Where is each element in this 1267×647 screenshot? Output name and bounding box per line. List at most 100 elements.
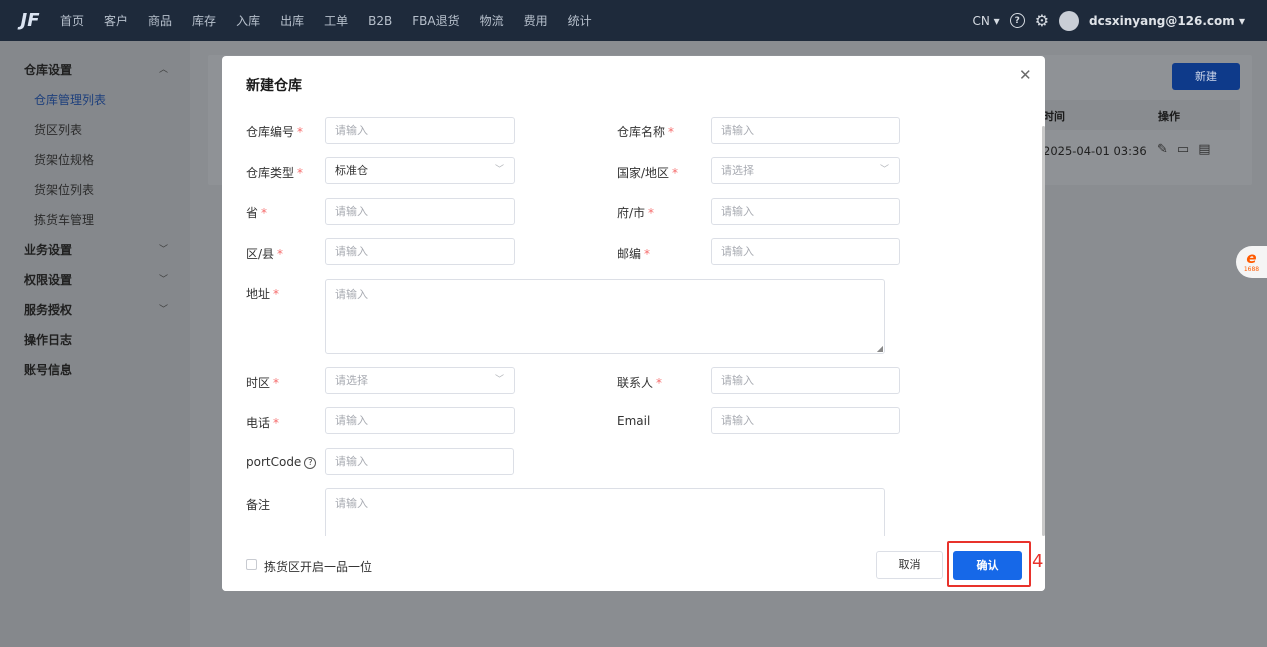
chevron-down-icon: ﹀	[879, 165, 889, 175]
new-warehouse-button[interactable]: 新建	[1172, 63, 1240, 90]
nav-fba-returns[interactable]: FBA退货	[412, 12, 459, 29]
1688-text: 1688	[1243, 266, 1260, 273]
sidebar-group-label: 服务授权	[24, 303, 73, 317]
province-input[interactable]: 请输入	[325, 198, 515, 225]
top-nav-bar: JF 首页 客户 商品 库存 入库 出库 工单 B2B FBA退货 物流 费用 …	[0, 0, 1267, 41]
timezone-label: 时区 *	[246, 376, 280, 390]
email-label: Email	[617, 414, 651, 428]
sidebar-group-warehouse[interactable]: 仓库设置 ︿	[0, 55, 190, 85]
province-label: 省 *	[246, 206, 268, 220]
email-input[interactable]: 请输入	[711, 407, 900, 434]
warehouse-name-label: 仓库名称 *	[617, 125, 675, 139]
chevron-down-icon: ﹀	[158, 305, 168, 315]
chevron-up-icon: ︿	[158, 65, 168, 75]
one-item-one-location-checkbox[interactable]	[246, 559, 257, 570]
detail-icon[interactable]: ▤	[1198, 142, 1210, 157]
remark-placeholder: 请输入	[335, 497, 368, 510]
table-cell-time: 2025-04-01 03:36	[1043, 144, 1147, 158]
help-icon[interactable]: ?	[1009, 13, 1025, 28]
warehouse-code-label: 仓库编号 *	[246, 125, 304, 139]
district-input[interactable]: 请输入	[325, 238, 515, 265]
chevron-down-icon: ﹀	[494, 165, 504, 175]
address-placeholder: 请输入	[335, 288, 368, 301]
warehouse-type-select[interactable]: 标准仓 ﹀	[325, 157, 515, 184]
card-icon[interactable]: ▭	[1177, 142, 1189, 157]
nav-outbound[interactable]: 出库	[280, 12, 304, 29]
sidebar-group-business[interactable]: 业务设置 ﹀	[0, 235, 190, 265]
sidebar-item-shelf-list[interactable]: 货架位列表	[0, 175, 190, 205]
country-select[interactable]: 请选择 ﹀	[711, 157, 900, 184]
nav-home[interactable]: 首页	[60, 12, 84, 29]
address-label: 地址 *	[246, 287, 280, 301]
warehouse-code-input[interactable]: 请输入	[325, 117, 515, 144]
sidebar: 仓库设置 ︿ 仓库管理列表 货区列表 货架位规格 货架位列表 拣货车管理 业务设…	[0, 41, 190, 647]
warehouse-type-label: 仓库类型 *	[246, 166, 304, 180]
1688-logo-icon: e	[1246, 249, 1257, 267]
edit-icon[interactable]: ✎	[1157, 142, 1168, 157]
chevron-down-icon: ﹀	[158, 245, 168, 255]
nav-fees[interactable]: 费用	[524, 12, 548, 29]
cancel-button[interactable]: 取消	[876, 551, 943, 579]
nav-inbound[interactable]: 入库	[236, 12, 260, 29]
city-input[interactable]: 请输入	[711, 198, 900, 225]
language-switcher[interactable]: CN ▾	[972, 14, 999, 28]
country-label: 国家/地区 *	[617, 166, 679, 180]
gear-icon[interactable]: ⚙	[1035, 13, 1049, 29]
nav-logistics[interactable]: 物流	[480, 12, 504, 29]
phone-input[interactable]: 请输入	[325, 407, 515, 434]
sidebar-item-picking-carts[interactable]: 拣货车管理	[0, 205, 190, 235]
warehouse-name-input[interactable]: 请输入	[711, 117, 900, 144]
chevron-down-icon: ﹀	[494, 375, 504, 385]
sidebar-item-zones[interactable]: 货区列表	[0, 115, 190, 145]
dialog-scrollbar[interactable]	[1042, 126, 1045, 536]
dialog-footer: 拣货区开启一品一位 取消 确认	[222, 536, 1045, 591]
create-warehouse-dialog: 新建仓库 ✕ 仓库编号 * 请输入 仓库名称 * 请输入 仓库类型 * 标准仓 ﹀ 国家…	[222, 56, 1045, 591]
contact-input[interactable]: 请输入	[711, 367, 900, 394]
sidebar-item-operation-log[interactable]: 操作日志	[0, 325, 190, 355]
port-code-input[interactable]: 请输入	[325, 448, 514, 475]
postcode-input[interactable]: 请输入	[711, 238, 900, 265]
sidebar-group-label: 业务设置	[24, 243, 73, 257]
nav-inventory[interactable]: 库存	[192, 12, 216, 29]
timezone-placeholder: 请选择	[335, 374, 368, 387]
annotation-highlight-box	[947, 541, 1031, 587]
main-nav: 首页 客户 商品 库存 入库 出库 工单 B2B FBA退货 物流 费用 统计	[60, 12, 612, 29]
sidebar-group-permissions[interactable]: 权限设置 ﹀	[0, 265, 190, 295]
warehouse-type-value: 标准仓	[335, 164, 368, 177]
port-code-label: portCode?	[246, 455, 317, 469]
user-menu[interactable]: dcsxinyang@126.com ▾	[1089, 14, 1245, 28]
nav-b2b[interactable]: B2B	[368, 14, 392, 28]
phone-label: 电话 *	[246, 416, 280, 430]
postcode-label: 邮编 *	[617, 247, 651, 261]
help-circle-icon[interactable]: ?	[304, 457, 317, 469]
sidebar-item-shelf-specs[interactable]: 货架位规格	[0, 145, 190, 175]
nav-products[interactable]: 商品	[148, 12, 172, 29]
column-header-action: 操作	[1158, 110, 1180, 123]
column-header-time: 时间	[1043, 110, 1065, 123]
floating-1688-badge[interactable]: e 1688	[1236, 246, 1267, 278]
address-textarea[interactable]: 请输入 ◢	[325, 279, 885, 354]
sidebar-group-service-auth[interactable]: 服务授权 ﹀	[0, 295, 190, 325]
logo[interactable]: JF	[0, 0, 60, 41]
chevron-down-icon: ﹀	[158, 275, 168, 285]
nav-statistics[interactable]: 统计	[568, 12, 592, 29]
checkbox-label[interactable]: 拣货区开启一品一位	[264, 558, 372, 575]
dialog-title: 新建仓库	[246, 78, 302, 94]
remark-label: 备注	[246, 498, 271, 512]
resize-handle-icon[interactable]: ◢	[877, 345, 883, 353]
contact-label: 联系人 *	[617, 376, 663, 390]
city-label: 府/市 *	[617, 206, 655, 220]
sidebar-item-account-info[interactable]: 账号信息	[0, 355, 190, 385]
nav-customers[interactable]: 客户	[104, 12, 128, 29]
nav-work-orders[interactable]: 工单	[324, 12, 348, 29]
sidebar-group-label: 仓库设置	[24, 63, 73, 77]
top-right-tools: CN ▾ ? ⚙ dcsxinyang@126.com ▾	[972, 0, 1245, 41]
sidebar-group-label: 权限设置	[24, 273, 73, 287]
row-actions: ✎ ▭ ▤	[1157, 142, 1211, 157]
close-icon[interactable]: ✕	[1019, 66, 1032, 84]
timezone-select[interactable]: 请选择 ﹀	[325, 367, 515, 394]
avatar[interactable]	[1059, 10, 1080, 31]
annotation-step-number: 4	[1032, 551, 1044, 572]
district-label: 区/县 *	[246, 247, 284, 261]
sidebar-item-warehouse-list[interactable]: 仓库管理列表	[0, 85, 190, 115]
